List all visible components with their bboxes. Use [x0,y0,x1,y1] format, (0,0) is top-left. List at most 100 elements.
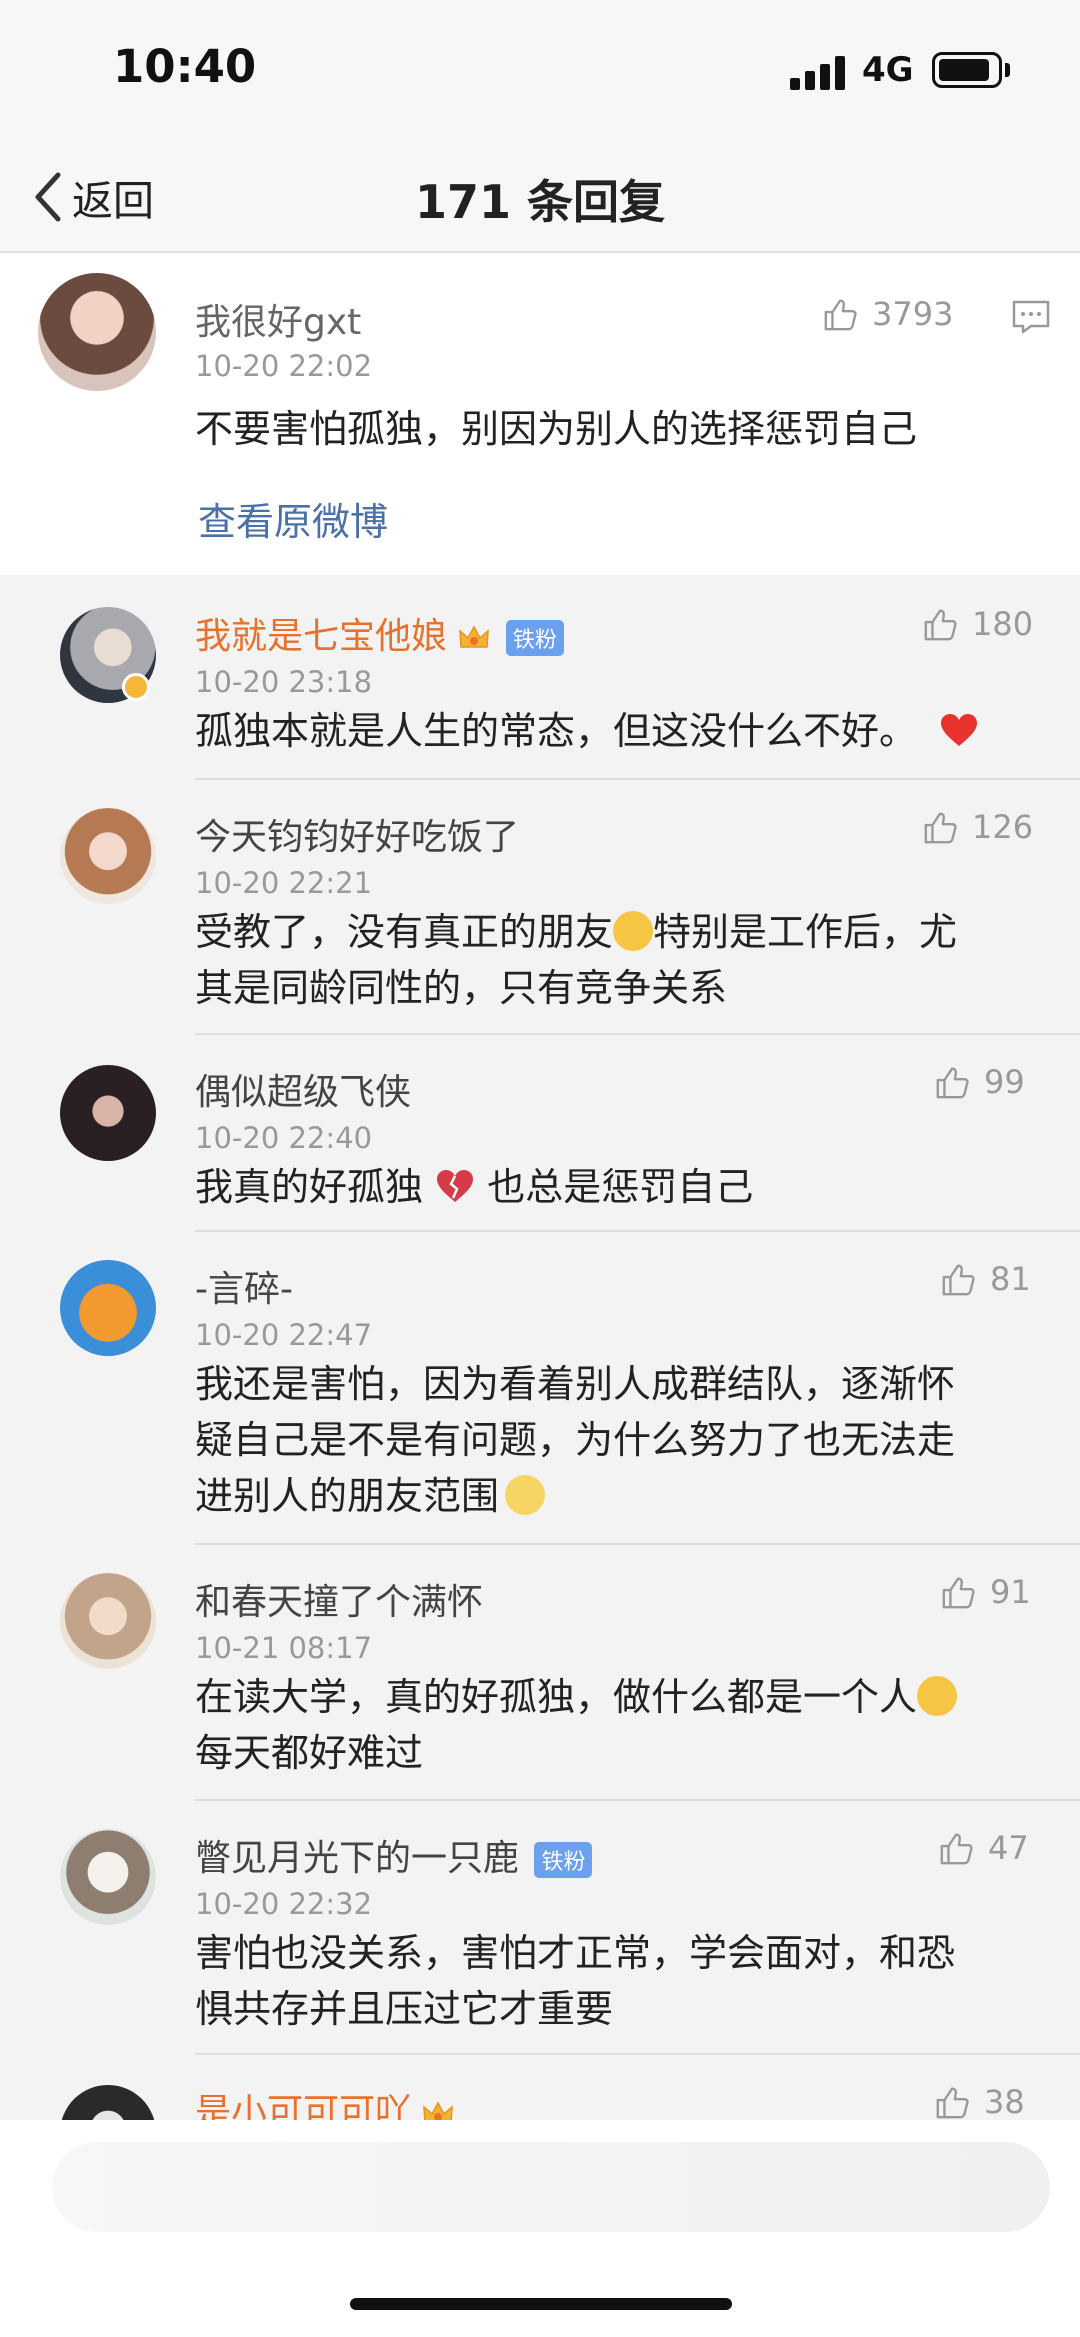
reply-text: 也总是惩罚自己 [487,1165,754,1209]
like-count: 99 [984,1063,1025,1101]
crown-icon [459,625,490,648]
thumbs-up-icon [940,1833,973,1865]
reply-time: 10-20 22:21 [195,866,373,900]
reply-username[interactable]: 和春天撞了个满怀 [195,1573,483,1625]
reply-username[interactable]: -言碎- [195,1260,293,1312]
reply-text-line: 孤独本就是人生的常态，但这没什么不好。 [195,703,979,759]
main-comment: 我很好gxt 10-20 22:02 3793 不要害怕孤独，别因为别人的选择惩… [0,253,1080,575]
reply-item: 瞥见月光下的一只鹿 铁粉 10-20 22:32 47 害怕也没关系，害怕才正常… [0,1801,1080,2055]
like-count: 180 [972,605,1034,643]
reply-item: 是小可可可吖 38 [0,2055,1080,2120]
comment-time: 10-20 22:02 [195,349,373,383]
reply-text: 孤独本就是人生的常态，但这没什么不好。 [195,709,918,753]
reply-item: 今天钧钧好好吃饭了 10-20 22:21 126 受教了，没有真正的朋友 特别是… [0,780,1080,1035]
reply-time: 10-20 22:32 [195,1887,373,1921]
reply-text: 害怕也没关系，害怕才正常，学会面对，和恐 [195,1931,956,1975]
thumbs-up-icon [924,609,957,641]
status-bar: 10:40 4G [0,0,1080,140]
thumbs-up-icon [942,1577,975,1609]
reply-time: 10-20 22:47 [195,1318,373,1352]
face-emoji-icon [505,1475,546,1515]
reply-username[interactable]: 瞥见月光下的一只鹿 [195,1838,519,1879]
thumbs-up-icon [924,812,957,844]
status-time: 10:40 [113,40,257,93]
crown-icon [423,2101,454,2120]
heart-emoji-icon [941,714,978,746]
reply-time: 10-20 22:40 [195,1121,373,1155]
reply-text: 特别是工作后，尤 [653,910,958,954]
reply-username[interactable]: 偶似超级飞侠 [195,1063,411,1115]
avatar[interactable] [60,1573,156,1669]
reply-text: 我真的好孤独 [195,1165,424,1209]
reply-text: 受教了，没有真正的朋友 [195,910,614,954]
page-title: 171 条回复 [414,175,666,229]
reply-text: 惧共存并且压过它才重要 [195,1987,614,2031]
avatar[interactable] [60,808,156,904]
reply-text: 其是同龄同性的，只有竞争关系 [195,966,728,1010]
face-emoji-icon [917,1676,958,1716]
like-count: 91 [990,1573,1031,1611]
reply-item: -言碎- 10-20 22:47 81 我还是害怕，因为看着别人成群结队，逐渐怀… [0,1232,1080,1545]
nav-bar: 返回 171 条回复 [0,140,1080,253]
battery-icon [932,52,1002,88]
like-button[interactable]: 3793 [822,295,953,333]
like-count: 126 [972,808,1034,846]
bottom-bar [0,2120,1080,2337]
verified-icon [122,673,150,701]
fan-badge: 铁粉 [505,620,564,656]
like-count: 47 [988,1829,1029,1867]
reply-text-line: 我真的好孤独 也总是惩罚自己 [195,1159,753,1215]
avatar[interactable] [60,2085,156,2120]
reply-text-line: 进别人的朋友范围 [195,1468,546,1524]
network-label: 4G [862,50,914,90]
reply-text-line: 在读大学，真的好孤独，做什么都是一个人 [195,1669,958,1725]
like-button[interactable]: 99 [934,1063,1025,1101]
reply-text: 在读大学，真的好孤独，做什么都是一个人 [195,1675,918,1719]
reply-text: 疑自己是不是有问题，为什么努力了也无法走 [195,1418,956,1462]
comment-text: 不要害怕孤独，别因为别人的选择惩罚自己 [195,407,918,451]
reply-input[interactable] [52,2142,1050,2232]
home-indicator[interactable] [350,2298,732,2310]
like-button[interactable]: 47 [938,1829,1029,1867]
reply-icon[interactable] [1011,299,1051,335]
battery-cap [1005,63,1010,77]
reply-text: 我还是害怕，因为看着别人成群结队，逐渐怀 [195,1362,956,1406]
comment-username[interactable]: 我很好gxt [195,293,361,345]
avatar[interactable] [60,1065,156,1161]
signal-icon [790,56,846,90]
like-button[interactable]: 38 [934,2083,1025,2120]
like-count: 3793 [872,295,954,333]
reply-username-row: 瞥见月光下的一只鹿 铁粉 [195,1829,593,1881]
like-button[interactable]: 126 [922,808,1033,846]
like-button[interactable]: 81 [940,1260,1031,1298]
like-count: 38 [984,2083,1025,2120]
like-button[interactable]: 91 [940,1573,1031,1611]
thumbs-up-icon [824,299,857,331]
reply-username[interactable]: 是小可可可吖 [195,2092,411,2120]
fan-badge: 铁粉 [534,1842,593,1878]
thumbs-up-icon [942,1264,975,1296]
reply-text: 进别人的朋友范围 [195,1474,500,1518]
avatar[interactable] [60,1260,156,1356]
like-count: 81 [990,1260,1031,1298]
reply-username-row: 我就是七宝他娘 铁粉 [195,607,564,659]
reply-item: 和春天撞了个满怀 10-21 08:17 91 在读大学，真的好孤独，做什么都是… [0,1545,1080,1801]
reply-item: 我就是七宝他娘 铁粉 10-20 23:18 180 孤独本就是人生的常态，但这… [0,575,1080,780]
reply-username-row: 是小可可可吖 [195,2083,454,2120]
like-button[interactable]: 180 [922,605,1033,643]
reply-username[interactable]: 今天钧钧好好吃饭了 [195,808,519,860]
face-emoji-icon [613,911,654,951]
view-original-link[interactable]: 查看原微博 [198,491,388,546]
reply-time: 10-20 23:18 [195,665,373,699]
broken-heart-emoji-icon [437,1170,474,1202]
reply-list: 我就是七宝他娘 铁粉 10-20 23:18 180 孤独本就是人生的常态，但这… [0,575,1080,2120]
reply-time: 10-21 08:17 [195,1631,373,1665]
reply-username[interactable]: 我就是七宝他娘 [195,616,447,657]
reply-text: 每天都好难过 [195,1731,424,1775]
avatar[interactable] [60,1829,156,1925]
avatar[interactable] [38,273,156,391]
reply-text-line: 受教了，没有真正的朋友 特别是工作后，尤 [195,904,957,960]
thumbs-up-icon [936,2087,969,2119]
reply-item: 偶似超级飞侠 10-20 22:40 99 我真的好孤独 也总是惩罚自己 [0,1035,1080,1232]
thumbs-up-icon [936,1067,969,1099]
